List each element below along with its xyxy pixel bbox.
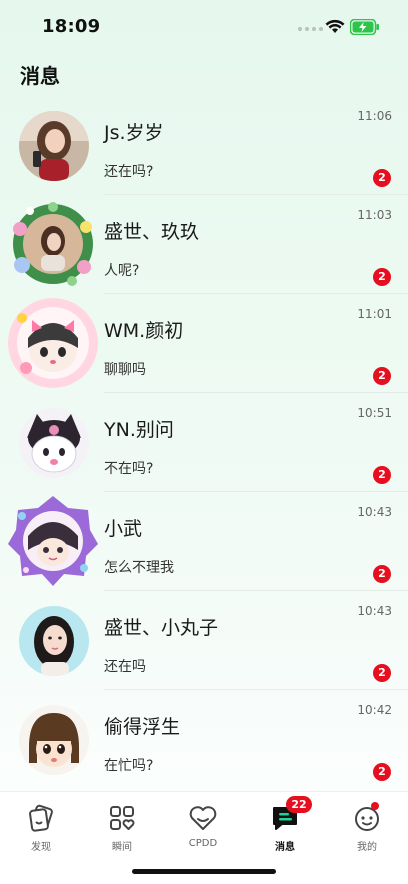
unread-badge: 2: [373, 367, 391, 385]
unread-badge: 2: [373, 466, 391, 484]
tab-label: 瞬间: [112, 842, 132, 853]
tab-label: 我的: [357, 842, 377, 853]
conversation-row[interactable]: Js.岁岁 还在吗? 11:06 2: [0, 96, 408, 195]
tab-moments[interactable]: 瞬间: [87, 802, 157, 853]
status-bar: 18:09: [0, 0, 408, 52]
last-message: 聊聊吗: [104, 362, 146, 378]
conversation-row[interactable]: 盛世、玖玖 人呢? 11:03 2: [0, 195, 408, 294]
page-title: 消息: [20, 64, 60, 88]
avatar[interactable]: [19, 705, 89, 775]
last-message: 怎么不理我: [104, 560, 174, 576]
avatar[interactable]: [8, 298, 98, 388]
unread-badge: 2: [373, 664, 391, 682]
avatar[interactable]: [6, 494, 100, 588]
last-message: 还在吗?: [104, 164, 154, 180]
last-message: 还在吗: [104, 659, 146, 675]
tab-discover[interactable]: 发现: [6, 802, 76, 853]
heart-icon: [187, 802, 219, 834]
last-message: 人呢?: [104, 263, 140, 279]
message-chat-icon: 22: [269, 796, 312, 834]
avatar[interactable]: [19, 606, 89, 676]
message-time: 11:06: [357, 109, 392, 123]
conversation-row[interactable]: 小武 怎么不理我 10:43 2: [0, 492, 408, 591]
message-time: 10:42: [357, 703, 392, 717]
avatar[interactable]: [8, 199, 98, 289]
unread-badge: 2: [373, 565, 391, 583]
unread-badge: 2: [373, 268, 391, 286]
status-time: 18:09: [42, 16, 101, 37]
wifi-icon: [325, 19, 345, 33]
unread-badge: 2: [373, 169, 391, 187]
avatar[interactable]: [19, 111, 89, 181]
contact-name: 盛世、小丸子: [104, 617, 219, 639]
conversation-row[interactable]: 偷得浮生 在忙吗? 10:42 2: [0, 690, 408, 789]
contact-name: 盛世、玖玖: [104, 221, 200, 243]
tab-unread-badge: 22: [286, 796, 312, 813]
contact-name: 小武: [104, 518, 143, 540]
notification-dot: [371, 802, 379, 810]
tab-label: 发现: [31, 842, 51, 853]
home-indicator[interactable]: [132, 869, 276, 874]
moments-grid-icon: [106, 802, 138, 834]
last-message: 不在吗?: [104, 461, 154, 477]
battery-charging-icon: [350, 19, 379, 35]
tab-messages[interactable]: 22 消息: [250, 796, 320, 853]
message-time: 10:43: [357, 505, 392, 519]
conversation-row[interactable]: 盛世、小丸子 还在吗 10:43 2: [0, 591, 408, 690]
message-time: 11:03: [357, 208, 392, 222]
contact-name: 偷得浮生: [104, 716, 181, 738]
contact-name: YN.别问: [104, 419, 174, 441]
discover-cards-icon: [25, 802, 57, 834]
message-time: 10:43: [357, 604, 392, 618]
tab-label: CPDD: [188, 838, 218, 849]
profile-face-icon: [351, 802, 383, 834]
conversation-row[interactable]: WM.颜初 聊聊吗 11:01 2: [0, 294, 408, 393]
message-time: 10:51: [357, 406, 392, 420]
last-message: 在忙吗?: [104, 758, 154, 774]
tab-label: 消息: [275, 842, 295, 853]
conversation-list: Js.岁岁 还在吗? 11:06 2 盛世、玖玖 人呢? 11:03 2 WM.…: [0, 96, 408, 789]
contact-name: WM.颜初: [104, 320, 184, 342]
signal-dots-icon: [298, 27, 323, 31]
tab-profile[interactable]: 我的: [332, 802, 402, 853]
conversation-row[interactable]: YN.别问 不在吗? 10:51 2: [0, 393, 408, 492]
tab-cpdd[interactable]: CPDD: [168, 802, 238, 849]
message-time: 11:01: [357, 307, 392, 321]
avatar[interactable]: [19, 408, 89, 478]
contact-name: Js.岁岁: [104, 122, 164, 144]
unread-badge: 2: [373, 763, 391, 781]
